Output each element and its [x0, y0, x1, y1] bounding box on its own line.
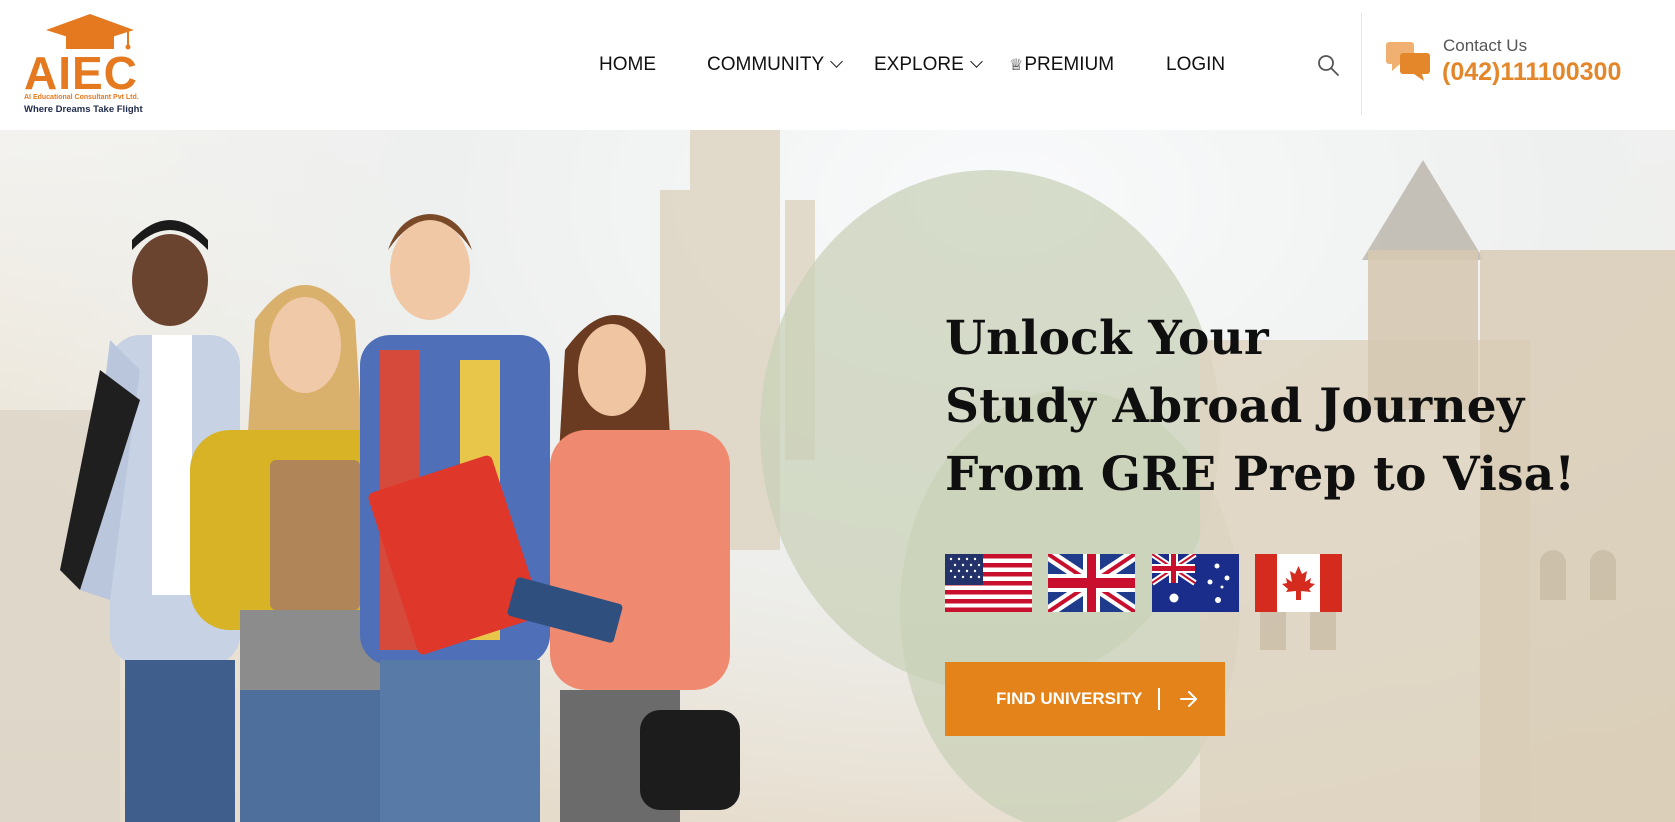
- find-university-button[interactable]: FIND UNIVERSITY: [945, 662, 1225, 736]
- brand-tagline: Where Dreams Take Flight: [24, 104, 143, 115]
- contact-label: Contact Us: [1443, 36, 1528, 55]
- nav-explore-label: EXPLORE: [874, 54, 964, 75]
- background-turret-roof: [1362, 160, 1484, 260]
- header-divider: [1361, 13, 1362, 115]
- nav-home-label: HOME: [599, 54, 656, 75]
- nav-explore[interactable]: EXPLORE: [874, 50, 983, 80]
- crown-icon: ♕: [1009, 57, 1024, 74]
- brand-company: AI Educational Consultant Pvt Ltd.: [24, 94, 139, 101]
- australia-flag[interactable]: [1152, 554, 1239, 612]
- nav-home[interactable]: HOME: [599, 50, 656, 80]
- hero-headline: Unlock Your Study Abroad Journey From GR…: [945, 305, 1575, 509]
- nav-premium[interactable]: ♕PREMIUM: [1009, 50, 1114, 81]
- nav-premium-label: PREMIUM: [1024, 54, 1115, 75]
- student-figure: [360, 214, 550, 822]
- background-window: [1540, 550, 1566, 600]
- brand-name: AIEC: [24, 47, 138, 99]
- nav-community-label: COMMUNITY: [707, 54, 825, 75]
- find-university-label: FIND UNIVERSITY: [996, 689, 1143, 708]
- chat-bubbles-icon: [1386, 42, 1430, 81]
- graduation-cap-icon: [46, 14, 134, 50]
- hero-section: Unlock Your Study Abroad Journey From GR…: [0, 130, 1675, 822]
- nav-community[interactable]: COMMUNITY: [707, 50, 844, 80]
- nav-login-label: LOGIN: [1166, 54, 1226, 75]
- search-icon[interactable]: [1316, 53, 1340, 77]
- headline-line-3: From GRE Prep to Visa!: [945, 447, 1576, 502]
- nav-login[interactable]: LOGIN: [1166, 50, 1225, 80]
- canada-flag[interactable]: [1255, 554, 1342, 612]
- contact-phone[interactable]: (042)111100300: [1442, 58, 1621, 87]
- site-header: AIEC AI Educational Consultant Pvt Ltd. …: [0, 0, 1675, 130]
- us-flag[interactable]: [945, 554, 1032, 612]
- headline-line-1: Unlock Your: [945, 311, 1269, 366]
- uk-flag[interactable]: [1048, 554, 1135, 612]
- headline-line-2: Study Abroad Journey: [945, 379, 1525, 434]
- button-separator: [1158, 688, 1161, 710]
- students-illustration: [60, 214, 740, 822]
- chevron-down-icon: [830, 55, 844, 68]
- arrow-right-icon: [1180, 691, 1198, 707]
- brand-logo[interactable]: AIEC AI Educational Consultant Pvt Ltd. …: [22, 12, 152, 117]
- background-window: [1590, 550, 1616, 600]
- chevron-down-icon: [969, 55, 983, 68]
